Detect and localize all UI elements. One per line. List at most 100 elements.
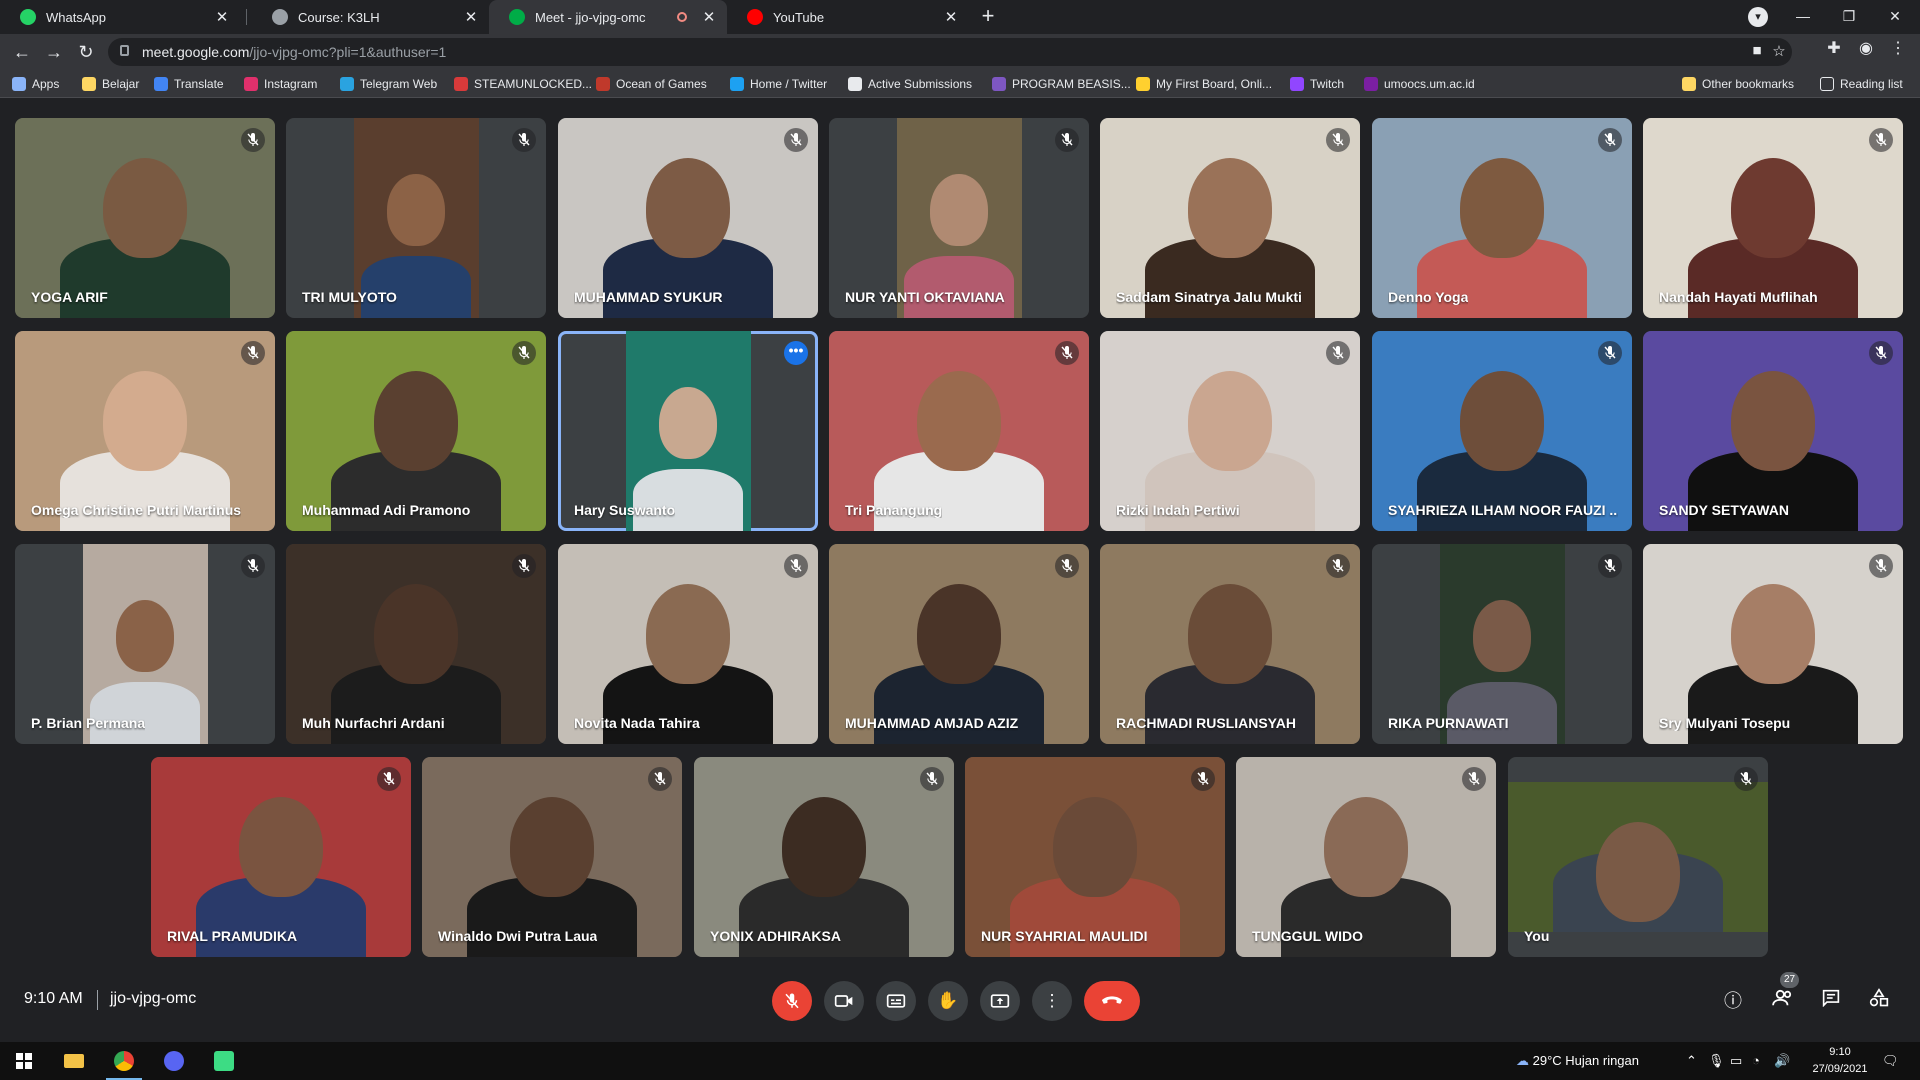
participant-name: Nandah Hayati Muflihah — [1659, 289, 1818, 305]
participant-tile[interactable]: Sry Mulyani Tosepu — [1643, 544, 1903, 744]
camera-in-use-icon[interactable]: ■ — [1746, 42, 1768, 59]
participant-tile[interactable]: Winaldo Dwi Putra Laua — [422, 757, 682, 957]
file-explorer-button[interactable] — [50, 1042, 98, 1080]
activities-icon[interactable] — [1866, 988, 1892, 1014]
chat-icon[interactable] — [1818, 988, 1844, 1014]
bookmark-item[interactable]: Active Submissions — [848, 75, 972, 93]
bookmark-item[interactable]: Ocean of Games — [596, 75, 707, 93]
bookmark-item[interactable]: Twitch — [1290, 75, 1344, 93]
microphone-off-button[interactable] — [772, 981, 812, 1021]
battery-icon[interactable]: ▭ — [1730, 1053, 1742, 1069]
camera-button[interactable] — [824, 981, 864, 1021]
tab-search-icon[interactable]: ▾ — [1748, 7, 1768, 27]
participant-tile[interactable]: YOGA ARIF — [15, 118, 275, 318]
wifi-icon[interactable]: ◔ — [1752, 1053, 1760, 1068]
reload-icon[interactable]: ↻ — [72, 39, 100, 65]
bookmark-item[interactable]: Telegram Web — [340, 75, 437, 93]
participant-tile[interactable]: TUNGGUL WIDO — [1236, 757, 1496, 957]
tab-1[interactable]: Course: K3LH ✕ — [252, 0, 489, 34]
tab-close-icon[interactable]: ✕ — [214, 8, 230, 26]
bookmark-item[interactable]: umoocs.um.ac.id — [1364, 75, 1475, 93]
participant-face — [1731, 158, 1815, 258]
bookmark-item[interactable]: Translate — [154, 75, 224, 93]
bookmark-item[interactable]: My First Board, Onli... — [1136, 75, 1272, 93]
participant-tile[interactable]: YONIX ADHIRAKSA — [694, 757, 954, 957]
bookmark-star-icon[interactable]: ☆ — [1768, 42, 1790, 60]
tab-close-icon[interactable]: ✕ — [701, 8, 717, 26]
discord-taskbar-button[interactable] — [150, 1042, 198, 1080]
participant-face — [646, 158, 730, 258]
participant-name: TRI MULYOTO — [302, 289, 397, 305]
participant-name: RACHMADI RUSLIANSYAH — [1116, 715, 1296, 731]
weather-widget[interactable]: ☁ 29°C Hujan ringan — [1516, 1053, 1639, 1069]
chrome-taskbar-button[interactable] — [100, 1042, 148, 1080]
more-options-button[interactable]: ⋮ — [1032, 981, 1072, 1021]
mic-muted-icon — [241, 128, 265, 152]
minimize-icon[interactable]: — — [1780, 0, 1826, 34]
instagram-icon — [244, 77, 258, 91]
leave-call-button[interactable] — [1084, 981, 1140, 1021]
system-clock[interactable]: 9:10 27/09/2021 — [1808, 1044, 1872, 1078]
tab-3[interactable]: YouTube ✕ — [727, 0, 969, 34]
participant-tile[interactable]: NUR YANTI OKTAVIANA — [829, 118, 1089, 318]
meeting-details-icon[interactable]: ⓘ — [1720, 988, 1746, 1014]
participant-tile[interactable]: Rizki Indah Pertiwi — [1100, 331, 1360, 531]
tab-close-icon[interactable]: ✕ — [943, 8, 959, 26]
address-bar[interactable]: meet.google.com/jjo-vjpg-omc?pli=1&authu… — [108, 38, 1792, 66]
participant-tile[interactable]: Nandah Hayati Muflihah — [1643, 118, 1903, 318]
participant-name: MUHAMMAD AMJAD AZIZ — [845, 715, 1019, 731]
participant-tile[interactable]: Denno Yoga — [1372, 118, 1632, 318]
participant-tile[interactable]: SANDY SETYAWAN — [1643, 331, 1903, 531]
hang-up-icon — [1101, 996, 1123, 1004]
participant-tile[interactable]: MUHAMMAD AMJAD AZIZ — [829, 544, 1089, 744]
participant-tile[interactable]: P. Brian Permana — [15, 544, 275, 744]
menu-kebab-icon[interactable]: ⋮ — [1888, 39, 1908, 59]
participant-tile[interactable]: Novita Nada Tahira — [558, 544, 818, 744]
participant-tile[interactable]: SYAHRIEZA ILHAM NOOR FAUZI ... — [1372, 331, 1632, 531]
tray-mic-icon[interactable]: 🎙 — [1708, 1053, 1725, 1069]
participant-tile[interactable]: Tri Panangung — [829, 331, 1089, 531]
participant-tile[interactable]: Saddam Sinatrya Jalu Mukti — [1100, 118, 1360, 318]
back-icon[interactable]: ← — [8, 39, 36, 65]
bookmark-item[interactable]: Apps — [12, 75, 59, 93]
captions-button[interactable] — [876, 981, 916, 1021]
participant-tile[interactable]: Omega Christine Putri Martinus — [15, 331, 275, 531]
tray-chevron-icon[interactable]: ⌃ — [1686, 1053, 1697, 1069]
participant-tile[interactable]: ••• Hary Suswanto — [558, 331, 818, 531]
raise-hand-button[interactable]: ✋ — [928, 981, 968, 1021]
tab-2[interactable]: Meet - jjo-vjpg-omc ✕ — [489, 0, 727, 34]
participant-tile[interactable]: Muh Nurfachri Ardani — [286, 544, 546, 744]
volume-icon[interactable]: 🔊 — [1774, 1053, 1790, 1069]
participant-face — [116, 600, 174, 672]
people-icon[interactable] — [1770, 988, 1796, 1014]
participant-tile[interactable]: RIVAL PRAMUDIKA — [151, 757, 411, 957]
forward-icon[interactable]: → — [40, 39, 68, 65]
participant-tile[interactable]: TRI MULYOTO — [286, 118, 546, 318]
bookmark-item[interactable]: Belajar — [82, 75, 139, 93]
present-screen-button[interactable] — [980, 981, 1020, 1021]
other-bookmarks[interactable]: Other bookmarks — [1682, 75, 1794, 93]
participant-tile[interactable]: Muhammad Adi Pramono — [286, 331, 546, 531]
restore-icon[interactable]: ❐ — [1826, 0, 1872, 34]
close-window-icon[interactable]: ✕ — [1872, 0, 1918, 34]
participant-tile[interactable]: RACHMADI RUSLIANSYAH — [1100, 544, 1360, 744]
extensions-icon[interactable]: ✚ — [1824, 39, 1844, 59]
reading-list[interactable]: Reading list — [1820, 75, 1903, 93]
profile-avatar[interactable]: ◉ — [1856, 39, 1876, 59]
tab-close-icon[interactable]: ✕ — [463, 8, 479, 26]
windows-start-button[interactable] — [0, 1042, 48, 1080]
bookmark-item[interactable]: Instagram — [244, 75, 317, 93]
participant-tile[interactable]: NUR SYAHRIAL MAULIDI — [965, 757, 1225, 957]
bookmark-item[interactable]: PROGRAM BEASIS... — [992, 75, 1131, 93]
bookmark-item[interactable]: Home / Twitter — [730, 75, 827, 93]
tab-0[interactable]: WhatsApp ✕ — [0, 0, 240, 34]
mic-off-icon — [785, 993, 799, 1009]
new-tab-button[interactable]: + — [974, 4, 1002, 30]
android-app-taskbar-button[interactable] — [200, 1042, 248, 1080]
self-video-tile[interactable]: You — [1508, 757, 1768, 957]
notification-icon[interactable]: 🗨 — [1882, 1053, 1899, 1069]
participant-tile[interactable]: RIKA PURNAWATI — [1372, 544, 1632, 744]
participant-tile[interactable]: MUHAMMAD SYUKUR — [558, 118, 818, 318]
tile-more-options-icon[interactable]: ••• — [784, 341, 808, 365]
bookmark-item[interactable]: STEAMUNLOCKED... — [454, 75, 592, 93]
